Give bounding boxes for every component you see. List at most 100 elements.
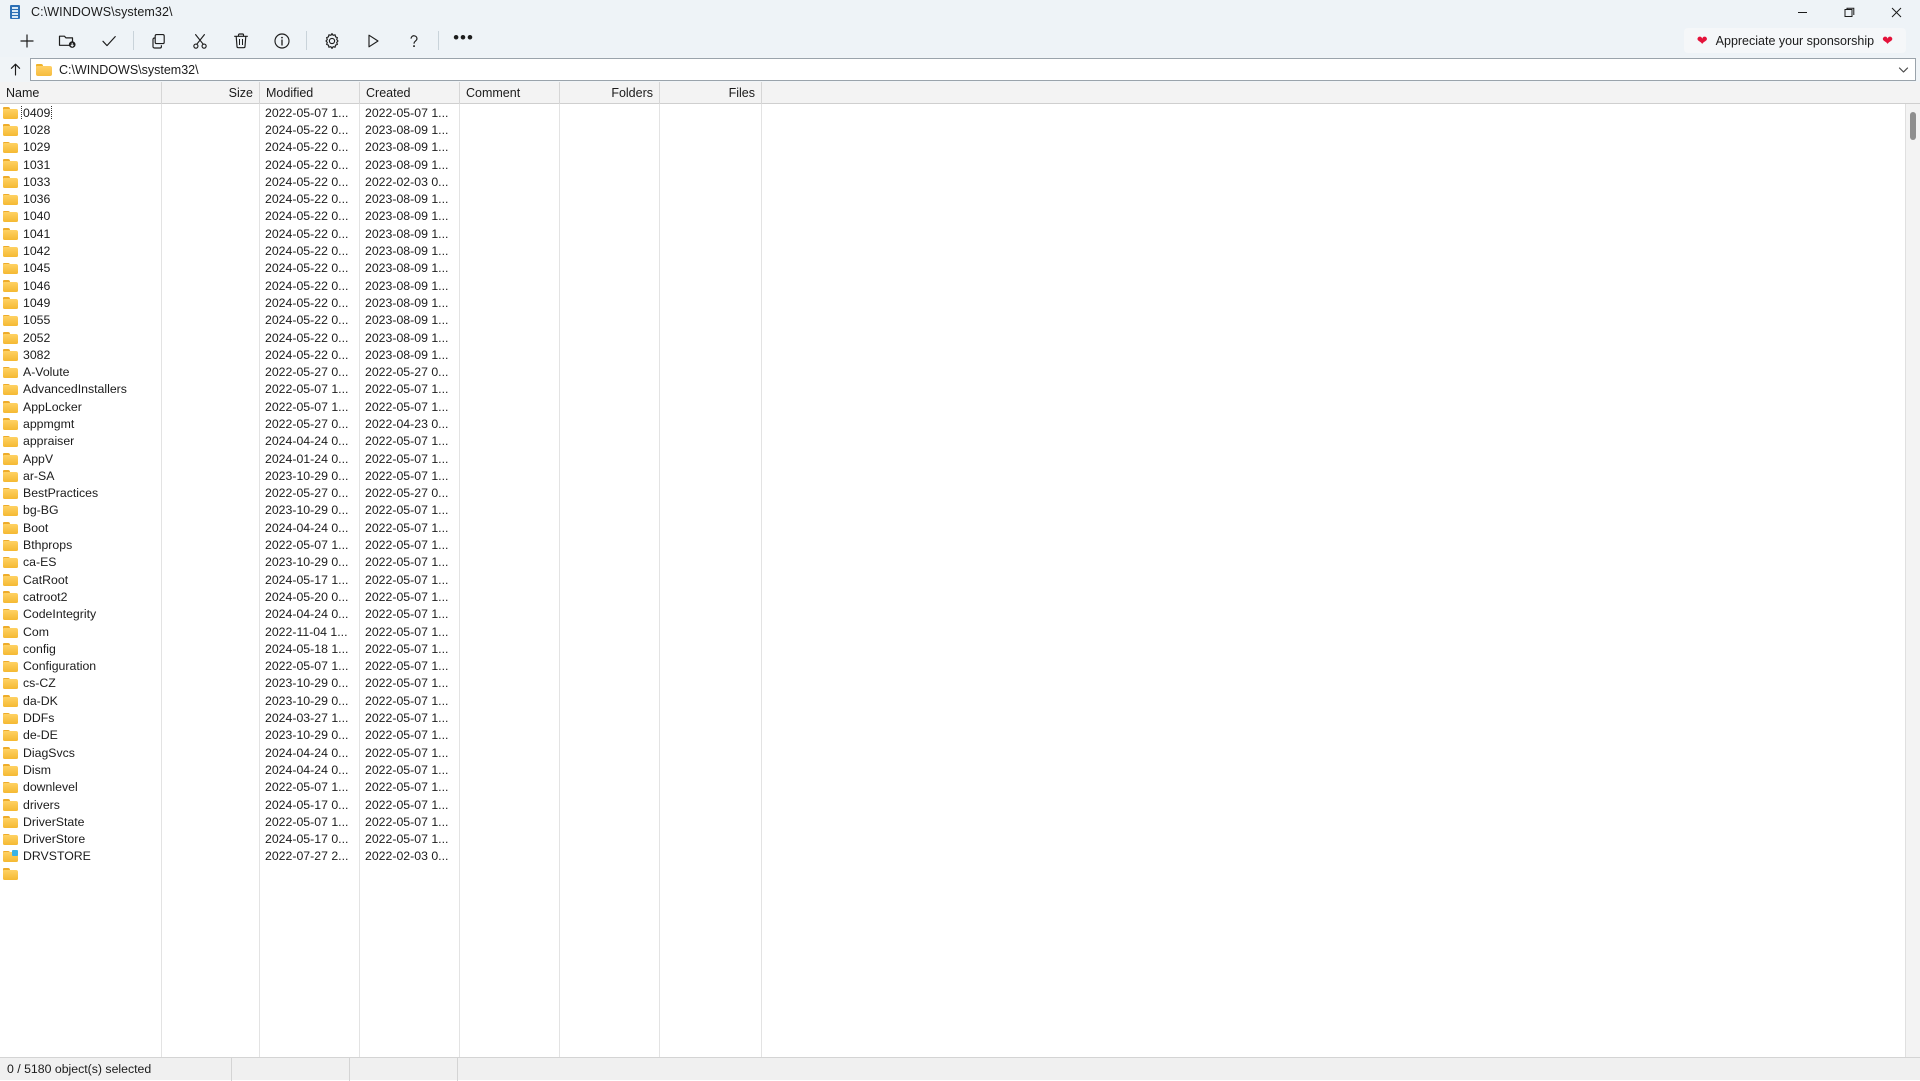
table-row[interactable]: DRVSTORE2022-07-27 2...2022-02-03 0... (0, 848, 1920, 865)
cell-modified: 2024-05-20 0... (260, 590, 360, 604)
table-row[interactable]: 10282024-05-22 0...2023-08-09 1... (0, 121, 1920, 138)
table-row[interactable]: DriverStore2024-05-17 0...2022-05-07 1..… (0, 830, 1920, 847)
help-button[interactable] (393, 26, 434, 55)
table-row[interactable]: CodeIntegrity2024-04-24 0...2022-05-07 1… (0, 606, 1920, 623)
chevron-down-icon[interactable] (1898, 61, 1909, 79)
table-row[interactable]: 1041 2024-05-22 0...2023-08-09 1... (0, 225, 1920, 242)
folder-icon (3, 435, 18, 447)
cell-created: 2022-05-07 1... (360, 780, 460, 794)
table-row[interactable]: 10402024-05-22 0...2023-08-09 1... (0, 208, 1920, 225)
cell-name: AdvancedInstallers (0, 382, 162, 396)
properties-info-button[interactable] (261, 26, 302, 55)
column-header-folders[interactable]: Folders (560, 82, 660, 104)
table-row[interactable]: 04092022-05-07 1...2022-05-07 1... (0, 104, 1920, 121)
file-list[interactable]: 04092022-05-07 1...2022-05-07 1...102820… (0, 104, 1920, 1057)
cell-modified: 2024-05-22 0... (260, 227, 360, 241)
table-row[interactable]: BestPractices2022-05-27 0...2022-05-27 0… (0, 485, 1920, 502)
cut-button[interactable] (179, 26, 220, 55)
cell-modified: 2024-05-22 0... (260, 296, 360, 310)
table-row[interactable]: DriverState2022-05-07 1...2022-05-07 1..… (0, 813, 1920, 830)
table-row[interactable]: downlevel2022-05-07 1...2022-05-07 1... (0, 779, 1920, 796)
up-one-level-button[interactable] (4, 58, 26, 81)
table-row[interactable]: de-DE2023-10-29 0...2022-05-07 1... (0, 727, 1920, 744)
heart-icon: ❤ (1882, 34, 1893, 47)
status-cell-4 (458, 1058, 1920, 1081)
maximize-restore-button[interactable] (1826, 0, 1873, 24)
settings-button[interactable] (311, 26, 352, 55)
table-row[interactable]: appmgmt2022-05-27 0...2022-04-23 0... (0, 415, 1920, 432)
column-header-comment[interactable]: Comment (460, 82, 560, 104)
column-header-modified[interactable]: Modified (260, 82, 360, 104)
column-header-name[interactable]: Name (0, 82, 162, 104)
table-row[interactable]: 10292024-05-22 0...2023-08-09 1... (0, 139, 1920, 156)
table-row[interactable]: DDFs2024-03-27 1...2022-05-07 1... (0, 709, 1920, 726)
table-row[interactable]: CatRoot2024-05-17 1...2022-05-07 1... (0, 571, 1920, 588)
cell-modified: 2022-05-27 0... (260, 417, 360, 431)
table-row[interactable]: ca-ES2023-10-29 0...2022-05-07 1... (0, 554, 1920, 571)
table-row[interactable]: drivers2024-05-17 0...2022-05-07 1... (0, 796, 1920, 813)
folder-icon (3, 159, 18, 171)
table-row[interactable]: config2024-05-18 1...2022-05-07 1... (0, 640, 1920, 657)
table-row[interactable]: AppV2024-01-24 0...2022-05-07 1... (0, 450, 1920, 467)
table-row[interactable]: da-DK2023-10-29 0...2022-05-07 1... (0, 692, 1920, 709)
table-row[interactable] (0, 865, 1920, 882)
table-row[interactable]: 30822024-05-22 0...2023-08-09 1... (0, 346, 1920, 363)
cell-modified: 2024-04-24 0... (260, 521, 360, 535)
cell-modified: 2024-04-24 0... (260, 607, 360, 621)
table-row[interactable]: 10332024-05-22 0...2022-02-03 0... (0, 173, 1920, 190)
file-name-label: Com (22, 625, 50, 639)
table-row[interactable]: 10452024-05-22 0...2023-08-09 1... (0, 260, 1920, 277)
cell-name: 1028 (0, 123, 162, 137)
delete-button[interactable] (220, 26, 261, 55)
table-row[interactable]: Bthprops2022-05-07 1...2022-05-07 1... (0, 536, 1920, 553)
column-header-size[interactable]: Size (162, 82, 260, 104)
table-row[interactable]: Configuration2022-05-07 1...2022-05-07 1… (0, 658, 1920, 675)
table-row[interactable]: AdvancedInstallers2022-05-07 1...2022-05… (0, 381, 1920, 398)
table-row[interactable]: Com2022-11-04 1...2022-05-07 1... (0, 623, 1920, 640)
table-row[interactable]: catroot22024-05-20 0...2022-05-07 1... (0, 588, 1920, 605)
cell-created: 2023-08-09 1... (360, 227, 460, 241)
new-tab-button[interactable] (6, 26, 47, 55)
table-row[interactable]: appraiser2024-04-24 0...2022-05-07 1... (0, 433, 1920, 450)
cell-name: 2052 (0, 331, 162, 345)
file-manager-icon (7, 4, 23, 20)
table-row[interactable]: 10312024-05-22 0...2023-08-09 1... (0, 156, 1920, 173)
table-row[interactable]: bg-BG2023-10-29 0...2022-05-07 1... (0, 502, 1920, 519)
vertical-scrollbar-thumb[interactable] (1910, 112, 1916, 140)
column-header-files[interactable]: Files (660, 82, 762, 104)
table-row[interactable]: 10492024-05-22 0...2023-08-09 1... (0, 294, 1920, 311)
cell-modified: 2022-05-07 1... (260, 659, 360, 673)
file-name-label: config (22, 642, 57, 656)
table-row[interactable]: ar-SA2023-10-29 0...2022-05-07 1... (0, 467, 1920, 484)
table-row[interactable]: cs-CZ2023-10-29 0...2022-05-07 1... (0, 675, 1920, 692)
copy-button[interactable] (138, 26, 179, 55)
table-row[interactable]: A-Volute2022-05-27 0...2022-05-27 0... (0, 363, 1920, 380)
cell-name: 3082 (0, 348, 162, 362)
table-row[interactable]: 10462024-05-22 0...2023-08-09 1... (0, 277, 1920, 294)
cell-name: 1041 (0, 227, 162, 241)
cell-created: 2022-05-07 1... (360, 694, 460, 708)
table-row[interactable]: Boot2024-04-24 0...2022-05-07 1... (0, 519, 1920, 536)
table-row[interactable]: Dism2024-04-24 0...2022-05-07 1... (0, 761, 1920, 778)
column-header-created[interactable]: Created (360, 82, 460, 104)
table-row[interactable]: 20522024-05-22 0...2023-08-09 1... (0, 329, 1920, 346)
table-row[interactable]: 10552024-05-22 0...2023-08-09 1... (0, 312, 1920, 329)
table-row[interactable]: AppLocker2022-05-07 1...2022-05-07 1... (0, 398, 1920, 415)
vertical-scrollbar[interactable] (1905, 104, 1920, 1057)
more-button[interactable]: ••• (443, 26, 484, 55)
verify-button[interactable] (88, 26, 129, 55)
sponsorship-banner[interactable]: ❤ Appreciate your sponsorship ❤ (1684, 28, 1906, 53)
cell-name: AppV (0, 452, 162, 466)
folder-icon (3, 297, 18, 309)
cell-modified: 2022-05-07 1... (260, 815, 360, 829)
close-button[interactable] (1873, 0, 1920, 24)
file-name-label: 1041 (22, 227, 51, 241)
address-path-field[interactable]: C:\WINDOWS\system32\ (30, 58, 1916, 81)
new-folder-button[interactable] (47, 26, 88, 55)
table-row[interactable]: DiagSvcs2024-04-24 0...2022-05-07 1... (0, 744, 1920, 761)
table-row[interactable]: 10422024-05-22 0...2023-08-09 1... (0, 242, 1920, 259)
table-row[interactable]: 10362024-05-22 0...2023-08-09 1... (0, 190, 1920, 207)
folder-icon (3, 781, 18, 793)
minimize-button[interactable] (1779, 0, 1826, 24)
run-button[interactable] (352, 26, 393, 55)
